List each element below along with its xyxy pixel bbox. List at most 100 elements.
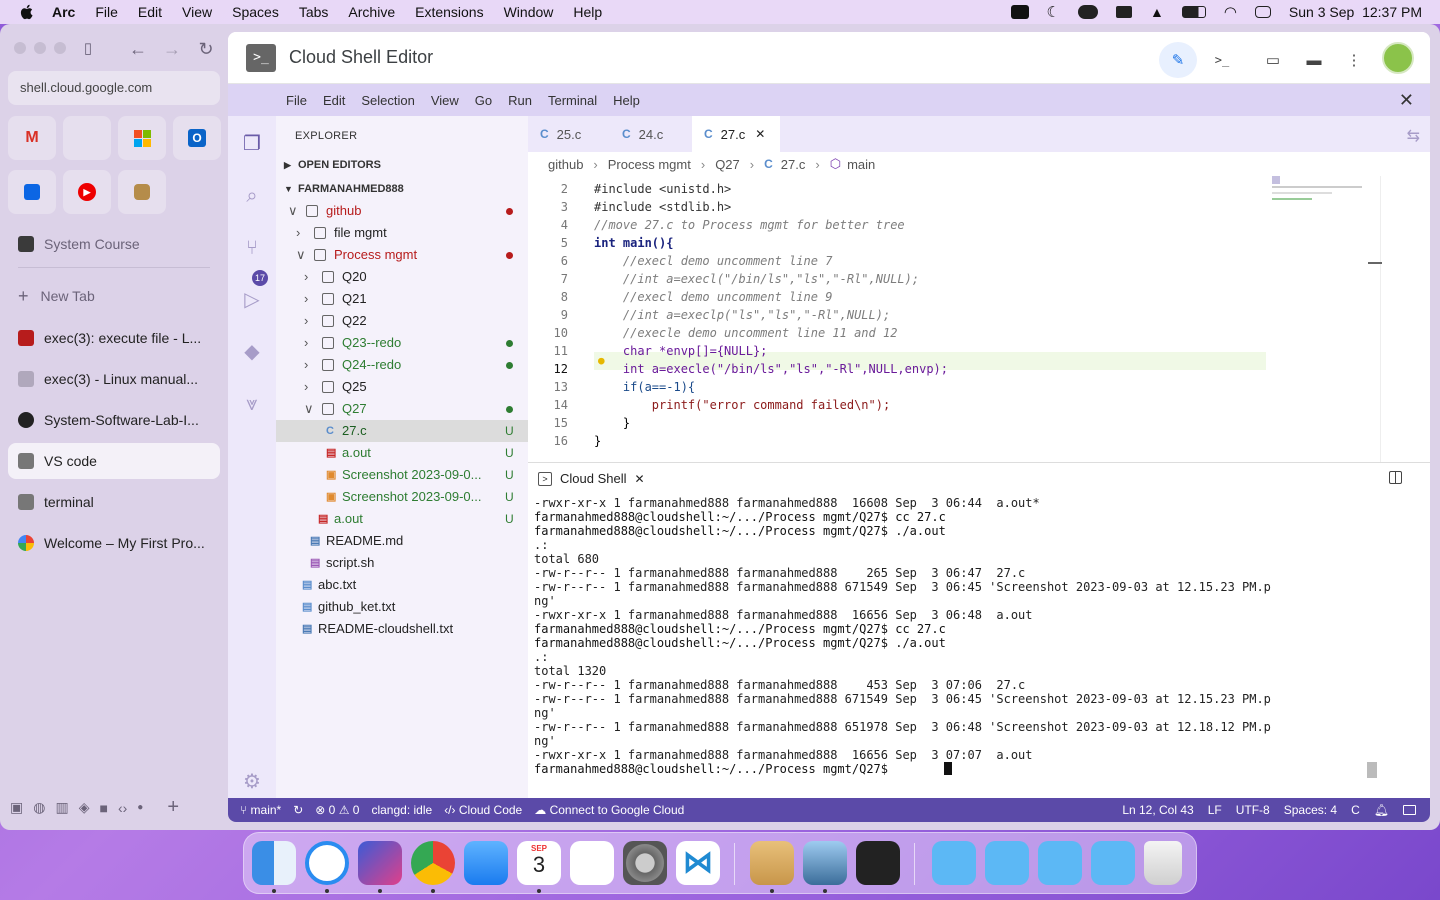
new-tab-button[interactable]: + New Tab <box>8 278 220 314</box>
url-bar[interactable]: shell.cloud.google.com <box>8 71 220 105</box>
close-tab-icon[interactable]: ✕ <box>755 127 765 141</box>
terminal-output[interactable]: -rwxr-xr-x 1 farmanahmed888 farmanahmed8… <box>528 494 1388 798</box>
cloud-code-status[interactable]: ‹/› Cloud Code <box>444 803 522 817</box>
editor-menu-run[interactable]: Run <box>508 93 532 108</box>
breadcrumb-item[interactable]: github <box>548 157 583 172</box>
tree-folder[interactable]: › Q21 <box>276 288 528 310</box>
editor-menu-selection[interactable]: Selection <box>361 93 414 108</box>
favorite-gmail[interactable]: M <box>8 116 56 160</box>
code-space-icon[interactable]: ‹› <box>118 800 127 816</box>
tree-folder[interactable]: › Q20 <box>276 266 528 288</box>
clangd-status[interactable]: clangd: idle <box>371 803 432 817</box>
tree-folder[interactable]: › Q24--redo <box>276 354 528 376</box>
cloud-code-icon[interactable]: ⩔ <box>240 392 264 416</box>
folder-icon[interactable] <box>985 841 1029 885</box>
chrome-icon[interactable] <box>411 841 455 885</box>
dot-space-icon[interactable]: ● <box>137 802 143 813</box>
code-line[interactable]: //move 27.c to Process mgmt for better t… <box>594 218 905 232</box>
tree-file[interactable]: ▤ script.sh <box>276 552 528 574</box>
app-store-folder-icon[interactable] <box>932 841 976 885</box>
tree-folder[interactable]: › Q22 <box>276 310 528 332</box>
tree-file[interactable]: ▤ a.out U <box>276 442 528 464</box>
sidebar-tab[interactable]: Welcome – My First Pro... <box>8 525 220 561</box>
code-line[interactable]: #include <unistd.h> <box>594 182 731 196</box>
menu-edit[interactable]: Edit <box>138 4 162 20</box>
editor-menu-terminal[interactable]: Terminal <box>548 93 597 108</box>
sidebar-tab[interactable]: System-Software-Lab-I... <box>8 402 220 438</box>
more-options-button[interactable]: ⋮ <box>1335 42 1373 78</box>
toggle-layout-icon[interactable]: ⇆ <box>1407 126 1420 146</box>
trash-icon[interactable] <box>1144 841 1182 885</box>
menu-tabs[interactable]: Tabs <box>299 4 329 20</box>
archive-icon[interactable]: ▣ <box>10 799 23 816</box>
code-line[interactable]: #include <stdlib.h> <box>594 200 731 214</box>
favorite-outlook[interactable]: O <box>173 116 221 160</box>
code-line[interactable]: char *envp[]={NULL}; <box>594 344 768 358</box>
terminal-space-icon[interactable]: ■ <box>99 800 107 816</box>
editor-menu-help[interactable]: Help <box>613 93 640 108</box>
open-editors-section[interactable]: ▶ OPEN EDITORS <box>276 154 528 176</box>
tree-file[interactable]: ▤ a.out U <box>276 508 528 530</box>
reminders-icon[interactable] <box>570 841 614 885</box>
code-line[interactable]: printf("error command failed\n"); <box>594 398 890 412</box>
spaces-icon[interactable]: ◍ <box>33 799 45 816</box>
library-icon[interactable]: ▥ <box>55 799 68 816</box>
menu-extensions[interactable]: Extensions <box>415 4 483 20</box>
menu-help[interactable]: Help <box>573 4 602 20</box>
layout-panel-icon[interactable] <box>1403 805 1416 815</box>
sidebar-folder-system-course[interactable]: System Course <box>8 226 220 262</box>
breadcrumb-item[interactable]: main <box>847 157 875 172</box>
tree-folder[interactable]: ∨ Process mgmt <box>276 244 528 266</box>
safari-icon[interactable] <box>305 841 349 885</box>
tab-25c[interactable]: C 25.c <box>528 116 608 152</box>
forward-arrow-icon[interactable]: → <box>162 39 182 59</box>
minimap[interactable] <box>1272 176 1368 206</box>
menu-view[interactable]: View <box>182 4 212 20</box>
editor-menu-view[interactable]: View <box>431 93 459 108</box>
layout-button[interactable]: ▬ <box>1295 42 1333 78</box>
terminal-title[interactable]: Cloud Shell <box>560 471 627 486</box>
menu-app-name[interactable]: Arc <box>52 4 75 20</box>
source-control-icon[interactable]: ⑂ <box>240 236 264 260</box>
code-line[interactable]: if(a==-1){ <box>594 380 695 394</box>
vpn-icon[interactable]: ▲ <box>1150 4 1164 20</box>
sidebar-tab-active[interactable]: VS code <box>8 443 220 479</box>
split-terminal-icon[interactable] <box>1389 471 1402 484</box>
tab-24c[interactable]: C 24.c <box>610 116 690 152</box>
wifi-icon[interactable]: ◠ <box>1224 3 1237 21</box>
settings-gear-icon[interactable]: ⚙ <box>240 770 264 794</box>
sidebar-tab[interactable]: terminal <box>8 484 220 520</box>
favorite-youtube-music[interactable]: ▶ <box>63 170 111 214</box>
open-terminal-button[interactable]: >_ <box>1203 42 1241 78</box>
apple-icon[interactable] <box>18 3 36 21</box>
tree-file[interactable]: ▣ Screenshot 2023-09-0... U <box>276 464 528 486</box>
archive-utility-icon[interactable] <box>750 841 794 885</box>
video-app-icon[interactable] <box>856 841 900 885</box>
tree-file[interactable]: ▤ README-cloudshell.txt <box>276 618 528 640</box>
eol-status[interactable]: LF <box>1208 803 1222 817</box>
cloud-icon[interactable] <box>1077 5 1098 19</box>
sync-icon[interactable]: ↻ <box>293 803 303 817</box>
vscode-icon[interactable]: ⋈ <box>676 841 720 885</box>
favorite-microsoft[interactable] <box>118 116 166 160</box>
battery-icon[interactable] <box>1181 6 1206 18</box>
status-app-icon[interactable] <box>1010 5 1029 19</box>
favorite-blank[interactable] <box>63 116 111 160</box>
code-line[interactable]: //execl demo uncomment line 7 <box>594 254 833 268</box>
sidebar-toggle-icon[interactable]: ▯ <box>78 39 98 59</box>
close-terminal-icon[interactable]: ✕ <box>635 472 645 486</box>
menu-file[interactable]: File <box>95 4 118 20</box>
preview-icon[interactable] <box>803 841 847 885</box>
menubar-clock[interactable]: Sun 3 Sep 12:37 PM <box>1289 4 1422 20</box>
moon-icon[interactable]: ☾ <box>1047 3 1060 21</box>
editor-menu-file[interactable]: File <box>286 93 307 108</box>
open-editor-button[interactable]: ✎ <box>1159 42 1197 78</box>
favorite-app[interactable] <box>118 170 166 214</box>
tree-folder[interactable]: › Q25 <box>276 376 528 398</box>
tree-file[interactable]: C 27.c U <box>276 420 528 442</box>
editor-menu-edit[interactable]: Edit <box>323 93 345 108</box>
code-line[interactable]: int a=execle("/bin/ls","ls","-Rl",NULL,e… <box>594 362 948 376</box>
favorite-trello[interactable] <box>8 170 56 214</box>
system-settings-icon[interactable] <box>623 841 667 885</box>
workspace-root-section[interactable]: ▼ FARMANAHMED888 <box>276 178 528 200</box>
